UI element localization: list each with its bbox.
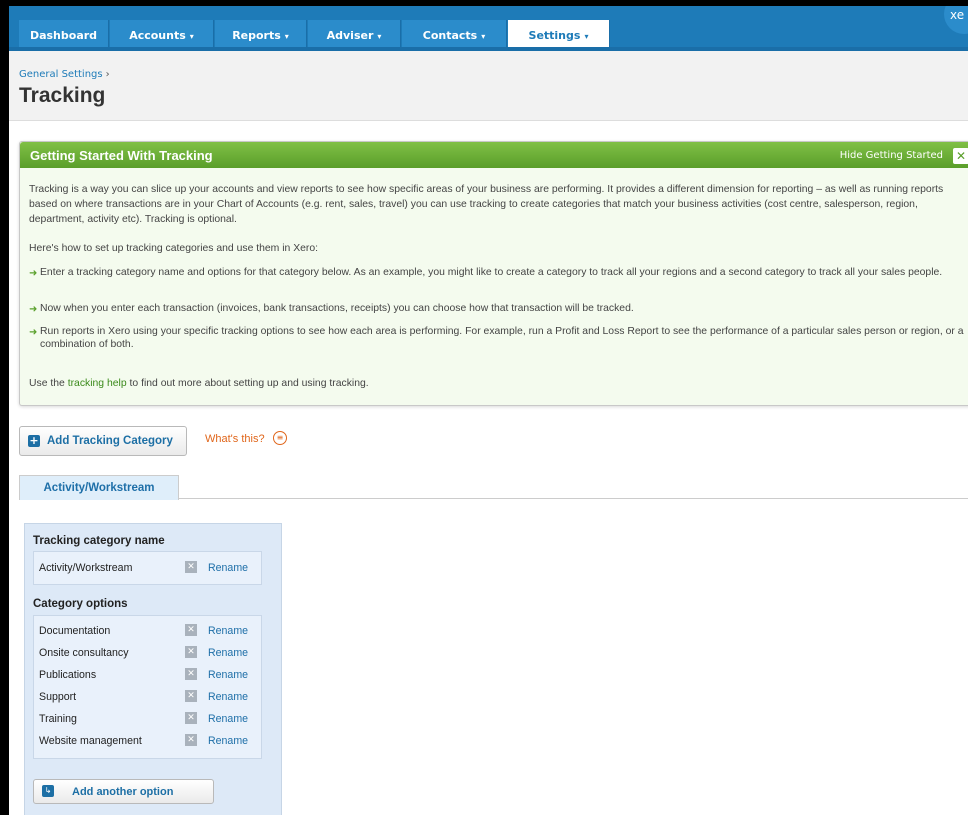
page-title: Tracking: [19, 84, 106, 107]
tracking-help-link[interactable]: tracking help: [68, 378, 127, 389]
list-item: ➜ Enter a tracking category name and opt…: [29, 266, 968, 279]
breadcrumb-link-general-settings[interactable]: General Settings: [19, 69, 103, 80]
return-arrow-icon: ↳: [42, 785, 54, 797]
footer-text-pre: Use the: [29, 378, 68, 389]
getting-started-header: Getting Started With Tracking Hide Getti…: [20, 142, 968, 168]
delete-icon[interactable]: ✕: [185, 690, 197, 702]
tab-activity-workstream[interactable]: Activity/Workstream: [19, 475, 179, 500]
arrow-right-icon: ➜: [29, 268, 38, 279]
rename-link[interactable]: Rename: [208, 562, 248, 574]
button-label: Add Tracking Category: [47, 435, 173, 447]
delete-icon[interactable]: ✕: [185, 624, 197, 636]
delete-icon[interactable]: ✕: [185, 646, 197, 658]
nav-tab-label: Reports: [232, 29, 281, 42]
list-item: Training ✕ Rename: [34, 708, 261, 730]
option-name: Website management: [39, 735, 142, 747]
nav-tab-label: Accounts: [129, 29, 186, 42]
list-item: Documentation ✕ Rename: [34, 620, 261, 642]
breadcrumb-separator: ›: [105, 69, 110, 80]
chevron-down-icon: ▾: [377, 32, 382, 41]
list-item: Onsite consultancy ✕ Rename: [34, 642, 261, 664]
nav-tab-label: Settings: [528, 29, 581, 42]
nav-tab-label: Contacts: [422, 29, 478, 42]
bullet-text: Enter a tracking category name and optio…: [40, 267, 943, 278]
button-label: Add another option: [72, 786, 174, 798]
chevron-down-icon: ▾: [189, 32, 194, 41]
category-name-value: Activity/Workstream: [39, 562, 133, 574]
close-icon[interactable]: ✕: [953, 148, 968, 164]
list-item: Support ✕ Rename: [34, 686, 261, 708]
chevron-down-icon: ▾: [584, 32, 589, 41]
delete-icon[interactable]: ✕: [185, 712, 197, 724]
nav-tab-dashboard[interactable]: Dashboard: [19, 20, 109, 51]
getting-started-title: Getting Started With Tracking: [30, 148, 213, 163]
add-another-option-button[interactable]: ↳ Add another option: [33, 779, 214, 804]
rename-link[interactable]: Rename: [208, 625, 248, 637]
top-nav: Dashboard Accounts ▾ Reports ▾ Adviser ▾ Co…: [9, 6, 968, 51]
option-name: Onsite consultancy: [39, 647, 129, 659]
nav-tab-label: Dashboard: [29, 29, 98, 42]
nav-tab-adviser[interactable]: Adviser ▾: [308, 20, 401, 51]
rename-link[interactable]: Rename: [208, 647, 248, 659]
nav-tab-accounts[interactable]: Accounts ▾: [110, 20, 214, 51]
rename-link[interactable]: Rename: [208, 691, 248, 703]
nav-tab-label: Adviser: [326, 29, 374, 42]
bullet-text: Now when you enter each transaction (inv…: [40, 303, 634, 314]
plus-icon: +: [28, 434, 40, 447]
delete-icon[interactable]: ✕: [185, 668, 197, 680]
getting-started-howto: Here's how to set up tracking categories…: [29, 243, 319, 254]
category-options-list: Documentation ✕ Rename Onsite consultanc…: [33, 615, 262, 759]
rename-link[interactable]: Rename: [208, 735, 248, 747]
bullet-text: Run reports in Xero using your specific …: [40, 326, 964, 350]
add-tracking-category-button[interactable]: + Add Tracking Category: [19, 426, 187, 456]
delete-icon[interactable]: ✕: [185, 734, 197, 746]
list-item: Publications ✕ Rename: [34, 664, 261, 686]
footer-text-post: to find out more about setting up and us…: [126, 378, 369, 389]
page-header: General Settings › Tracking: [9, 51, 968, 121]
tracking-category-name-heading: Tracking category name: [33, 535, 165, 547]
tracking-category-panel: Tracking category name Activity/Workstre…: [24, 523, 282, 815]
nav-tab-contacts[interactable]: Contacts ▾: [402, 20, 507, 51]
chevron-down-icon: ▾: [284, 32, 289, 41]
rename-link[interactable]: Rename: [208, 713, 248, 725]
option-name: Documentation: [39, 625, 111, 637]
category-name-row: Activity/Workstream ✕ Rename: [33, 551, 262, 585]
nav-tab-reports[interactable]: Reports ▾: [215, 20, 307, 51]
rename-link[interactable]: Rename: [208, 669, 248, 681]
category-options-heading: Category options: [33, 598, 128, 610]
list-item: Activity/Workstream ✕ Rename: [34, 552, 261, 584]
list-item: ➜ Run reports in Xero using your specifi…: [29, 325, 968, 351]
hide-getting-started-link[interactable]: Hide Getting Started: [840, 150, 943, 161]
app-frame: Dashboard Accounts ▾ Reports ▾ Adviser ▾ Co…: [9, 6, 968, 815]
chevron-down-icon: ▾: [481, 32, 486, 41]
getting-started-footer: Use the tracking help to find out more a…: [29, 376, 968, 391]
whats-this-link[interactable]: What's this?: [205, 433, 265, 445]
option-name: Training: [39, 713, 77, 725]
breadcrumb: General Settings ›: [19, 69, 110, 80]
delete-icon[interactable]: ✕: [185, 561, 197, 573]
list-item: ➜ Now when you enter each transaction (i…: [29, 302, 968, 315]
getting-started-panel: Getting Started With Tracking Hide Getti…: [19, 141, 968, 406]
getting-started-intro: Tracking is a way you can slice up your …: [29, 184, 944, 225]
nav-tab-settings[interactable]: Settings ▾: [508, 20, 610, 51]
option-name: Support: [39, 691, 77, 703]
speech-bubble-icon[interactable]: ≡: [273, 431, 287, 445]
option-name: Publications: [39, 669, 97, 681]
arrow-right-icon: ➜: [29, 327, 38, 338]
list-item: Website management ✕ Rename: [34, 730, 261, 752]
arrow-right-icon: ➜: [29, 304, 38, 315]
xero-logo[interactable]: xe: [944, 6, 968, 34]
